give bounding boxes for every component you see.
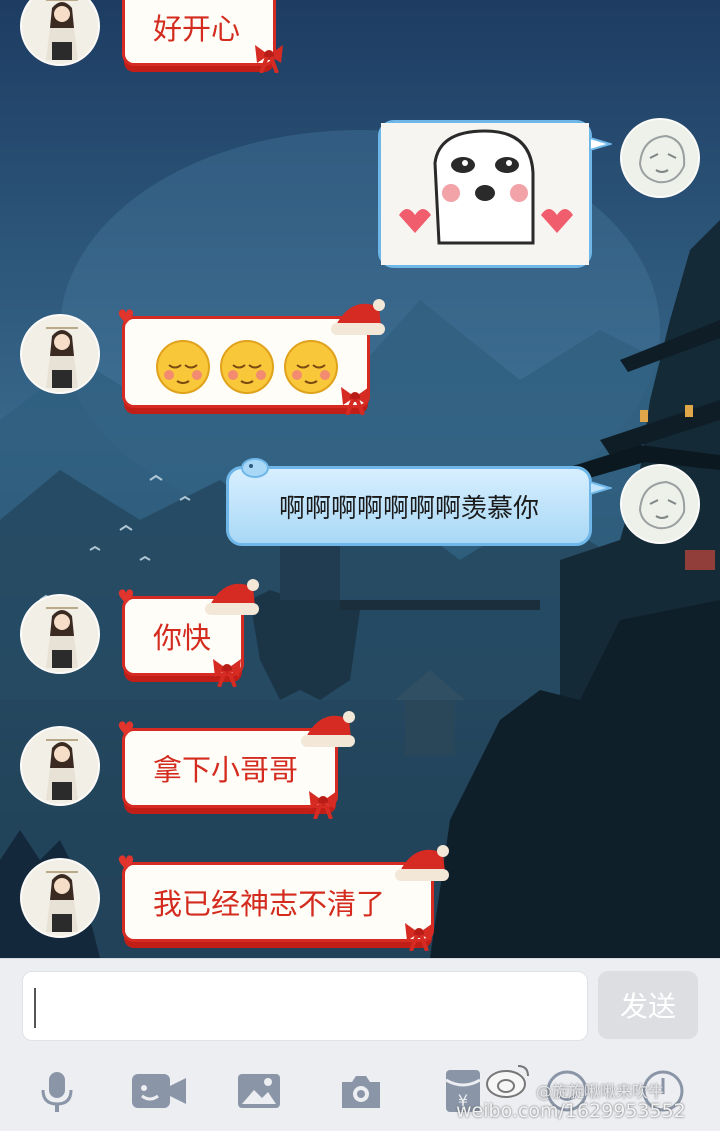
relieved-face-icon [220,340,274,394]
message-text: 啊啊啊啊啊啊啊羡慕你 [278,493,539,524]
watermark-username: @旋旋啾啾来吹牛 [536,1082,665,1101]
heart-icon: ♥ [117,585,135,609]
message-bubble-incoming[interactable]: ♥ 我已经神志不清了 [117,845,449,951]
message-bubble-outgoing[interactable]: 啊啊啊啊啊啊啊羡慕你 [226,466,592,546]
message-bubble-incoming[interactable]: ♥ [117,299,385,415]
ribbon-bow-icon [309,791,337,819]
message-text: 我已经神志不清了 [153,887,386,921]
heart-icon: ♥ [117,851,135,875]
my-avatar[interactable] [620,118,700,198]
santa-hat-icon [205,579,259,615]
message-bubble-incoming[interactable]: ♥ 拿下小哥哥 [117,711,355,819]
blushing-face-hearts-sticker-icon [381,123,589,265]
microphone-icon[interactable] [34,1068,80,1114]
santa-hat-icon [395,845,449,881]
bubble-tail [590,480,612,496]
camera-icon[interactable] [338,1068,384,1114]
text-caret [34,988,36,1028]
heart-icon: ♥ [117,717,135,741]
video-call-icon[interactable] [132,1068,186,1114]
contact-avatar[interactable] [20,858,100,938]
my-avatar[interactable] [620,464,700,544]
relieved-face-icon [156,340,210,394]
message-text: 拿下小哥哥 [153,753,299,787]
ribbon-bow-icon [213,659,241,687]
message-sticker-outgoing[interactable] [378,120,592,268]
contact-avatar[interactable] [20,594,100,674]
message-text: 好开心 [153,12,241,46]
image-icon[interactable] [236,1068,282,1114]
message-bubble-incoming[interactable]: ♥ 你快 [117,579,259,687]
send-button[interactable]: 发送 [598,971,698,1039]
contact-avatar[interactable] [20,314,100,394]
relieved-face-icon [284,340,338,394]
weibo-logo-icon [486,1065,529,1098]
bubble-decoration-icon [241,458,269,478]
message-input[interactable] [22,971,588,1041]
message-text: 你快 [153,621,212,655]
ribbon-bow-icon [341,387,369,415]
bubble-tail [590,136,612,152]
ribbon-bow-icon [255,45,283,73]
ribbon-bow-icon [405,923,433,951]
santa-hat-icon [301,711,355,747]
watermark-url: weibo.com/1629953552 [456,1100,686,1122]
heart-icon: ♥ [117,305,135,329]
message-bubble-incoming[interactable]: 好开心 [122,0,283,73]
contact-avatar[interactable] [20,726,100,806]
santa-hat-icon [331,299,385,335]
emoji-row [156,340,338,394]
